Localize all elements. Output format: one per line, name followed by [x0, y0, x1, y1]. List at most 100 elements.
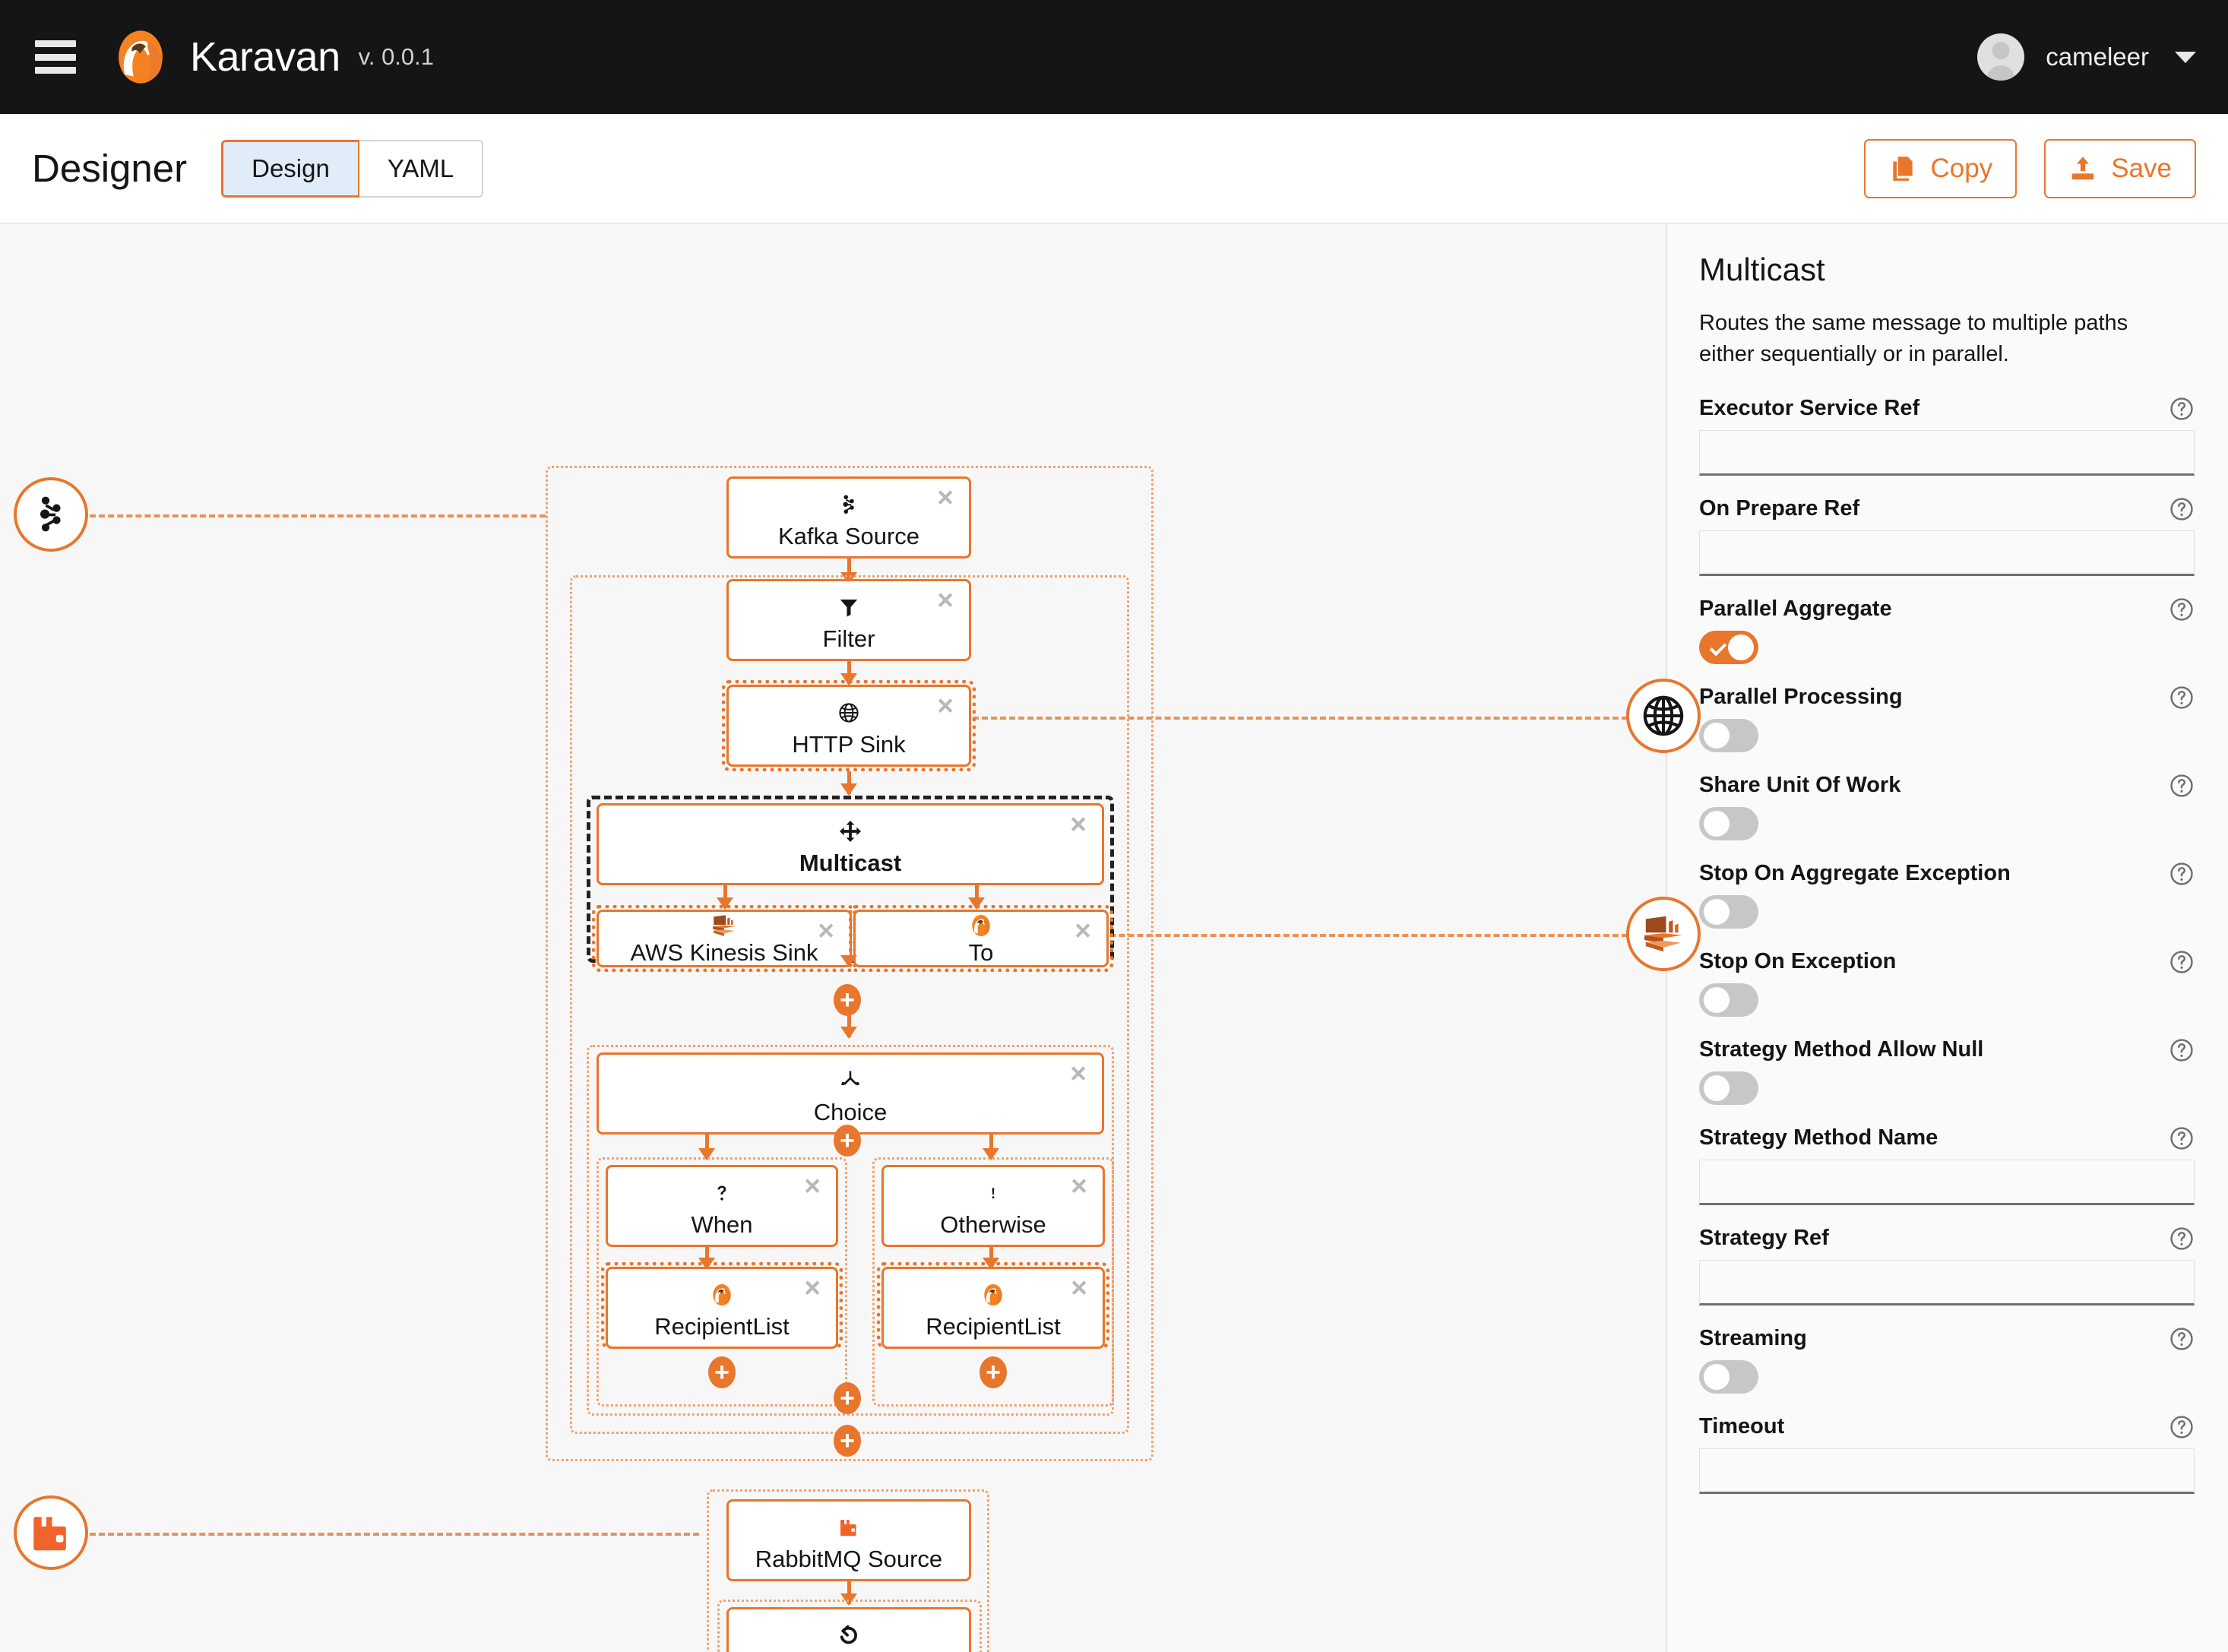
- node-otherwise[interactable]: Otherwise ×: [881, 1165, 1105, 1247]
- field-strategy-method-name: Strategy Method Name: [1699, 1125, 2195, 1205]
- properties-description: Routes the same message to multiple path…: [1699, 308, 2163, 370]
- upload-save-icon: [2068, 154, 2097, 183]
- question-circle-icon[interactable]: [2169, 861, 2195, 887]
- question-circle-icon[interactable]: [2169, 1326, 2195, 1352]
- globe-icon: [837, 697, 860, 729]
- on-prepare-ref-input[interactable]: [1699, 530, 2195, 576]
- node-loop[interactable]: Loop: [726, 1607, 971, 1652]
- field-strategy-method-allow-null: Strategy Method Allow Null: [1699, 1037, 2195, 1105]
- streaming-toggle[interactable]: [1699, 1360, 1758, 1394]
- node-label: Kafka Source: [778, 524, 919, 549]
- camel-icon: [710, 1279, 733, 1311]
- question-circle-icon[interactable]: [2169, 1125, 2195, 1151]
- arrow-multicast-to-choice: [847, 1011, 851, 1037]
- flow-canvas[interactable]: Kafka Source × Filter ×: [0, 224, 1666, 1652]
- question-circle-icon[interactable]: [2169, 773, 2195, 799]
- close-icon[interactable]: ×: [1066, 1175, 1092, 1201]
- node-kafka-source[interactable]: Kafka Source ×: [726, 476, 971, 559]
- stop-on-aggregate-exception-toggle[interactable]: [1699, 895, 1758, 929]
- field-label: Timeout: [1699, 1414, 2195, 1439]
- question-circle-icon[interactable]: [2169, 1037, 2195, 1063]
- close-icon[interactable]: ×: [932, 486, 958, 512]
- stop-on-exception-toggle[interactable]: [1699, 983, 1758, 1017]
- chevron-down-icon[interactable]: [2175, 52, 2196, 63]
- close-icon[interactable]: ×: [1066, 1277, 1092, 1302]
- node-filter[interactable]: Filter ×: [726, 579, 971, 661]
- node-label: To: [969, 940, 994, 966]
- question-circle-icon[interactable]: [2169, 396, 2195, 422]
- flows-layer: Kafka Source × Filter ×: [0, 224, 1666, 1652]
- node-aws-kinesis-sink[interactable]: AWS Kinesis Sink ×: [597, 910, 852, 967]
- add-step-flow-button[interactable]: +: [834, 1425, 861, 1457]
- save-button-label: Save: [2111, 153, 2172, 184]
- node-label: RecipientList: [926, 1314, 1060, 1340]
- executor-service-ref-input[interactable]: [1699, 430, 2195, 476]
- node-when[interactable]: When ×: [606, 1165, 838, 1247]
- aws-kinesis-icon: [1641, 915, 1685, 953]
- add-branch-choice-button[interactable]: +: [834, 1125, 861, 1157]
- question-circle-icon[interactable]: [2169, 685, 2195, 710]
- close-icon[interactable]: ×: [813, 919, 839, 945]
- close-icon[interactable]: ×: [932, 695, 958, 720]
- tab-design[interactable]: Design: [221, 140, 359, 198]
- camel-icon: [982, 1279, 1005, 1311]
- strategy-ref-input[interactable]: [1699, 1260, 2195, 1305]
- field-timeout: Timeout: [1699, 1414, 2195, 1494]
- properties-title: Multicast: [1699, 252, 2195, 288]
- node-recipientlist-when[interactable]: RecipientList ×: [606, 1267, 838, 1349]
- parallel-processing-toggle[interactable]: [1699, 719, 1758, 752]
- add-step-when-button[interactable]: +: [708, 1356, 736, 1388]
- close-icon[interactable]: ×: [932, 589, 958, 615]
- aws-kinesis-connector[interactable]: [1626, 897, 1701, 971]
- masthead: Karavan v. 0.0.1 cameleer: [0, 0, 2228, 114]
- question-circle-icon[interactable]: [2169, 1226, 2195, 1252]
- branch-icon: [839, 1065, 862, 1097]
- node-choice[interactable]: Choice ×: [597, 1052, 1104, 1135]
- parallel-aggregate-toggle[interactable]: [1699, 631, 1758, 664]
- field-label: Executor Service Ref: [1699, 396, 2195, 421]
- strategy-method-name-input[interactable]: [1699, 1160, 2195, 1205]
- node-label: HTTP Sink: [792, 732, 905, 758]
- hamburger-icon[interactable]: [35, 40, 76, 74]
- node-label: RecipientList: [654, 1314, 789, 1340]
- copy-button[interactable]: Copy: [1864, 139, 2018, 198]
- question-circle-icon[interactable]: [2169, 496, 2195, 522]
- add-step-choice-button[interactable]: +: [834, 1382, 861, 1414]
- share-unit-of-work-toggle[interactable]: [1699, 807, 1758, 840]
- field-label: Stop On Exception: [1699, 949, 2195, 974]
- designer-toolbar: Designer Design YAML Copy Save: [0, 114, 2228, 224]
- kafka-connector[interactable]: [14, 477, 88, 552]
- close-icon[interactable]: ×: [1065, 1062, 1091, 1088]
- save-button[interactable]: Save: [2044, 139, 2196, 198]
- add-step-otherwise-button[interactable]: +: [979, 1356, 1007, 1388]
- node-multicast[interactable]: Multicast ×: [597, 803, 1104, 885]
- field-share-unit-of-work: Share Unit Of Work: [1699, 773, 2195, 840]
- close-icon[interactable]: ×: [799, 1175, 825, 1201]
- rabbitmq-connector[interactable]: [14, 1495, 88, 1570]
- question-circle-icon[interactable]: [2169, 1414, 2195, 1440]
- page-title: Designer: [32, 146, 187, 191]
- node-http-sink[interactable]: HTTP Sink ×: [726, 685, 971, 767]
- question-circle-icon[interactable]: [2169, 597, 2195, 622]
- http-connector[interactable]: [1626, 679, 1701, 753]
- tab-yaml[interactable]: YAML: [359, 140, 483, 198]
- node-recipientlist-otherwise[interactable]: RecipientList ×: [881, 1267, 1105, 1349]
- close-icon[interactable]: ×: [1070, 919, 1096, 945]
- field-label: Streaming: [1699, 1326, 2195, 1351]
- timeout-input[interactable]: [1699, 1448, 2195, 1494]
- node-rabbitmq-source[interactable]: RabbitMQ Source: [726, 1499, 971, 1581]
- kafka-icon: [30, 493, 72, 536]
- question-circle-icon[interactable]: [2169, 949, 2195, 975]
- rabbitmq-connector-line: [90, 1533, 699, 1536]
- loop-icon: [837, 1619, 861, 1651]
- node-to[interactable]: To ×: [853, 910, 1109, 967]
- properties-panel: Multicast Routes the same message to mul…: [1666, 224, 2228, 1652]
- field-stop-on-exception: Stop On Exception: [1699, 949, 2195, 1017]
- field-label: Strategy Method Allow Null: [1699, 1037, 2195, 1062]
- close-icon[interactable]: ×: [799, 1277, 825, 1302]
- exclamation-mark-icon: [987, 1177, 999, 1209]
- strategy-method-allow-null-toggle[interactable]: [1699, 1071, 1758, 1105]
- close-icon[interactable]: ×: [1065, 813, 1091, 839]
- brand-version: v. 0.0.1: [359, 43, 434, 71]
- avatar[interactable]: [1977, 33, 2024, 81]
